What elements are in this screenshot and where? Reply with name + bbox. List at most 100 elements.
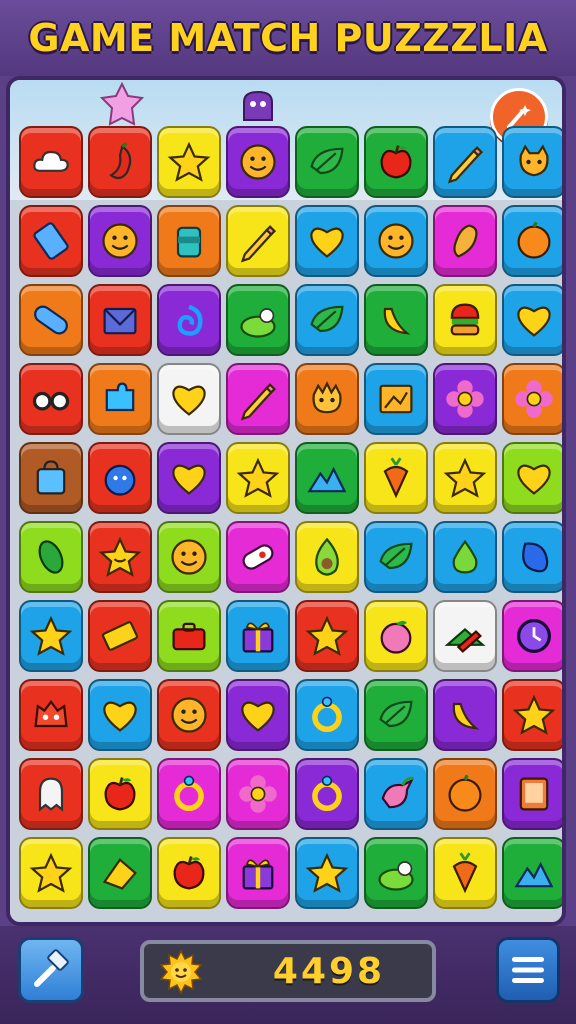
game-tile[interactable] [226, 205, 290, 277]
game-tile[interactable] [364, 442, 428, 514]
game-tile[interactable] [19, 600, 83, 672]
game-tile[interactable] [295, 126, 359, 198]
game-tile[interactable] [157, 284, 221, 356]
game-tile[interactable] [226, 442, 290, 514]
game-tile[interactable] [295, 363, 359, 435]
game-tile[interactable] [433, 521, 497, 593]
game-tile[interactable] [19, 679, 83, 751]
game-tile[interactable] [157, 521, 221, 593]
game-tile[interactable] [226, 126, 290, 198]
game-tile[interactable] [502, 679, 562, 751]
game-tile[interactable] [226, 837, 290, 909]
pickle-icon [38, 540, 64, 574]
orange-fruit-icon [448, 774, 482, 812]
game-tile[interactable] [157, 126, 221, 198]
score-panel: 4498 [140, 940, 436, 1002]
game-tile[interactable] [295, 521, 359, 593]
game-tile[interactable] [88, 600, 152, 672]
smiley-face-icon [171, 697, 207, 733]
game-tile[interactable] [88, 363, 152, 435]
game-tile[interactable] [502, 363, 562, 435]
game-tile[interactable] [226, 679, 290, 751]
game-tile[interactable] [502, 442, 562, 514]
game-tile[interactable] [433, 126, 497, 198]
game-tile[interactable] [19, 126, 83, 198]
sun-coin-icon [159, 949, 203, 995]
leaf-icon [310, 147, 344, 175]
game-tile[interactable] [502, 205, 562, 277]
game-tile[interactable] [364, 837, 428, 909]
cloud-icon [33, 150, 69, 172]
apple-icon [380, 145, 412, 179]
game-tile[interactable] [88, 205, 152, 277]
star-icon [512, 694, 556, 735]
game-tile[interactable] [433, 284, 497, 356]
game-tile[interactable] [19, 837, 83, 909]
game-tile[interactable] [157, 679, 221, 751]
game-tile[interactable] [226, 521, 290, 593]
game-tile[interactable] [502, 284, 562, 356]
game-tile[interactable] [502, 600, 562, 672]
game-tile[interactable] [19, 758, 83, 830]
game-tile[interactable] [502, 837, 562, 909]
jar-icon [176, 226, 202, 258]
smiley-face-icon [240, 144, 276, 180]
game-tile[interactable] [295, 758, 359, 830]
game-tile[interactable] [433, 837, 497, 909]
game-tile[interactable] [433, 758, 497, 830]
game-tile[interactable] [502, 521, 562, 593]
game-tile[interactable] [364, 205, 428, 277]
phone-icon [33, 222, 69, 260]
star-icon [305, 852, 349, 893]
game-tile[interactable] [433, 600, 497, 672]
game-tile[interactable] [295, 284, 359, 356]
game-tile[interactable] [295, 600, 359, 672]
game-tile[interactable] [364, 363, 428, 435]
game-tile[interactable] [433, 363, 497, 435]
ring-icon [312, 696, 342, 733]
game-tile[interactable] [295, 837, 359, 909]
game-tile[interactable] [502, 126, 562, 198]
game-tile[interactable] [433, 679, 497, 751]
game-tile[interactable] [502, 758, 562, 830]
game-tile[interactable] [157, 363, 221, 435]
game-tile[interactable] [88, 126, 152, 198]
ghost-icon [38, 777, 64, 812]
leaf-icon [379, 542, 413, 570]
hammer-button[interactable] [18, 937, 84, 1003]
game-tile[interactable] [226, 758, 290, 830]
game-tile[interactable] [433, 442, 497, 514]
heart-icon [517, 464, 551, 495]
game-tile[interactable] [88, 758, 152, 830]
game-tile[interactable] [364, 600, 428, 672]
game-tile[interactable] [88, 521, 152, 593]
game-tile[interactable] [364, 284, 428, 356]
game-tile[interactable] [19, 205, 83, 277]
game-tile[interactable] [19, 442, 83, 514]
game-tile[interactable] [88, 284, 152, 356]
game-tile[interactable] [19, 521, 83, 593]
game-tile[interactable] [88, 837, 152, 909]
game-tile[interactable] [226, 600, 290, 672]
game-tile[interactable] [364, 126, 428, 198]
game-tile[interactable] [19, 284, 83, 356]
game-tile[interactable] [295, 442, 359, 514]
game-tile[interactable] [157, 442, 221, 514]
game-tile[interactable] [19, 363, 83, 435]
game-tile[interactable] [157, 205, 221, 277]
game-tile[interactable] [364, 758, 428, 830]
monster-face-icon [34, 699, 68, 728]
game-tile[interactable] [295, 205, 359, 277]
game-tile[interactable] [157, 600, 221, 672]
menu-button[interactable] [496, 937, 560, 1003]
game-tile[interactable] [88, 679, 152, 751]
game-tile[interactable] [88, 442, 152, 514]
game-tile[interactable] [364, 521, 428, 593]
game-tile[interactable] [295, 679, 359, 751]
game-tile[interactable] [226, 284, 290, 356]
game-tile[interactable] [157, 758, 221, 830]
game-tile[interactable] [157, 837, 221, 909]
game-tile[interactable] [226, 363, 290, 435]
game-tile[interactable] [364, 679, 428, 751]
game-tile[interactable] [433, 205, 497, 277]
